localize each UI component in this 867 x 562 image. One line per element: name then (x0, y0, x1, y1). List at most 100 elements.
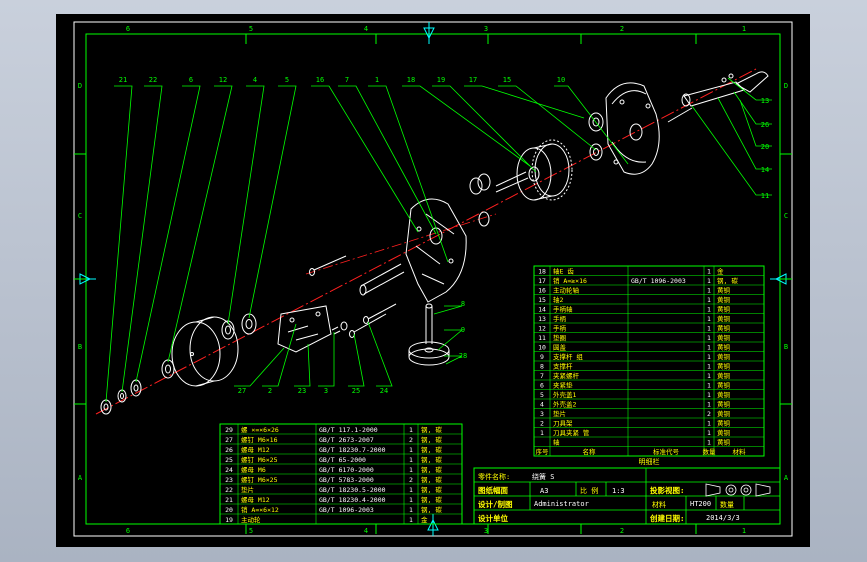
table-header-cell: 序号 (536, 447, 550, 456)
table-cell-mat: 黄铜 (717, 295, 731, 304)
table-cell-no: 2 (540, 420, 544, 428)
table-cell-name: 螺母 M6 (241, 465, 266, 474)
table-cell-qty: 1 (707, 296, 711, 304)
table-cell-no: 14 (538, 306, 546, 314)
tb-material-label: 材料 (652, 500, 666, 509)
table-cell-qty: 1 (409, 466, 413, 474)
bom-table-right: 18 轴E 齿 1 金17 销 A=≥×16 GB/T 1096-2003 1 钢, 碳16 主… (533, 265, 765, 466)
table-cell-name: 销 A=≥×16 (553, 276, 587, 285)
table-cell-qty: 2 (409, 476, 413, 484)
table-cell-name: 手柄 (553, 324, 567, 333)
table-cell-name: 螺母 M12 (241, 445, 270, 454)
balloon-label: 28 (459, 352, 467, 360)
zone-col-label: 5 (249, 25, 253, 33)
zone-col-label: 6 (126, 25, 130, 33)
hub-12 (161, 359, 175, 379)
tb-date-label: 创建日期: (649, 513, 685, 523)
table-caption: 明细栏 (639, 457, 660, 466)
shaft-17 (495, 171, 529, 193)
zone-row-label: A (78, 474, 83, 482)
table-cell-mat: 黄铜 (717, 333, 731, 342)
table-cell-no: 19 (225, 516, 233, 524)
table-cell-mat: 黄铜 (717, 400, 731, 409)
balloon-label: 21 (119, 76, 127, 84)
table-cell-qty: 1 (707, 363, 711, 371)
table-cell-no: 21 (225, 496, 233, 504)
table-cell-name: 轴 (553, 438, 560, 447)
balloon-label: 25 (352, 387, 360, 395)
balloon-label: 2 (268, 387, 272, 395)
table-cell-no: 20 (225, 506, 233, 514)
table-cell-name: 手柄 (553, 314, 567, 323)
table-cell-name: 主动轮轴 (553, 286, 580, 295)
exploded-assembly (100, 71, 769, 415)
table-cell-mat: 金 (421, 515, 428, 524)
table-cell-name: 手柄轴 (553, 305, 573, 314)
balloon-label: 13 (761, 97, 769, 105)
table-cell-code: GB/T 65-2000 (319, 456, 366, 464)
balloon-label: 5 (285, 76, 289, 84)
table-cell-qty: 2 (707, 410, 711, 418)
support-rod-8 (425, 303, 433, 344)
tb-designer: Administrator (534, 500, 589, 508)
table-cell-qty: 2 (409, 436, 413, 444)
table-cell-no: 8 (540, 363, 544, 371)
table-cell-mat: 黄铜 (717, 314, 731, 323)
balloon-label: 18 (407, 76, 415, 84)
top-center-mark (423, 22, 435, 44)
table-cell-name: 轴2 (553, 295, 564, 304)
table-cell-mat: 黄铜 (717, 305, 731, 314)
table-cell-name: 螺钉 M6×25 (241, 475, 278, 484)
table-cell-no: 10 (538, 344, 546, 352)
zone-col-label: 6 (126, 527, 130, 535)
zone-row-label: D (784, 82, 788, 90)
balloon-label: 16 (316, 76, 324, 84)
balloon-label: 9 (461, 326, 465, 334)
table-cell-name: 圆盖 (553, 343, 567, 352)
table-cell-code: GB/T 18230.7-2000 (319, 446, 386, 454)
table-cell-mat: 黄铜 (717, 352, 731, 361)
balloon-label: 26 (761, 121, 769, 129)
table-cell-qty: 1 (707, 277, 711, 285)
table-cell-mat: 黄铜 (717, 438, 731, 447)
zone-col-label: 3 (484, 25, 488, 33)
table-cell-name: 夹紧垫 (553, 381, 573, 390)
screw-29 (309, 255, 347, 276)
drawing-viewport[interactable]: 6 5 4 3 2 1 6 5 4 3 2 1 D C B A D C B A (56, 14, 810, 547)
table-cell-mat: 黄铜 (717, 390, 731, 399)
zone-col-label: 4 (364, 25, 368, 33)
tb-scale: 1:3 (612, 487, 625, 495)
table-cell-no: 25 (225, 456, 233, 464)
table-cell-mat: 钢, 碳 (421, 485, 442, 494)
table-cell-name: 外壳盖2 (553, 400, 577, 409)
table-cell-code: GB/T 18230.4-2000 (319, 496, 386, 504)
table-cell-mat: 黄铜 (717, 381, 731, 390)
table-cell-code: GB/T 6170-2000 (319, 466, 374, 474)
tb-date: 2014/3/3 (706, 514, 740, 522)
table-cell-qty: 1 (707, 334, 711, 342)
table-cell-name: 螺 ×=×6×26 (241, 425, 279, 434)
table-cell-qty: 1 (409, 456, 413, 464)
table-cell-name: 支撑杆 组 (553, 352, 583, 361)
nut-21 (100, 399, 112, 415)
housing-block-1 (405, 198, 467, 303)
table-header-cell: 名称 (583, 447, 597, 456)
table-cell-no: 26 (225, 446, 233, 454)
screw-24 (363, 303, 397, 324)
table-cell-code: GB/T 18230.5-2000 (319, 486, 386, 494)
table-cell-qty: 1 (707, 353, 711, 361)
table-cell-name: 垫片 (553, 409, 566, 418)
table-cell-no: 4 (540, 401, 544, 409)
table-cell-name: 销 A=×6×12 (241, 505, 279, 514)
secondary-axis-line (305, 213, 497, 275)
table-cell-mat: 黄铜 (717, 409, 731, 418)
table-cell-name: 支撑杆 (553, 362, 573, 371)
table-cell-name: 主动轮 (241, 515, 261, 524)
table-cell-no: 29 (225, 426, 233, 434)
table-cell-qty: 1 (707, 429, 711, 437)
table-header-cell: 标准代号 (653, 447, 680, 456)
balloon-label: 15 (503, 76, 511, 84)
balloon-label: 23 (298, 387, 306, 395)
table-cell-mat: 钢, 碳 (421, 435, 442, 444)
balloon-label: 19 (437, 76, 445, 84)
